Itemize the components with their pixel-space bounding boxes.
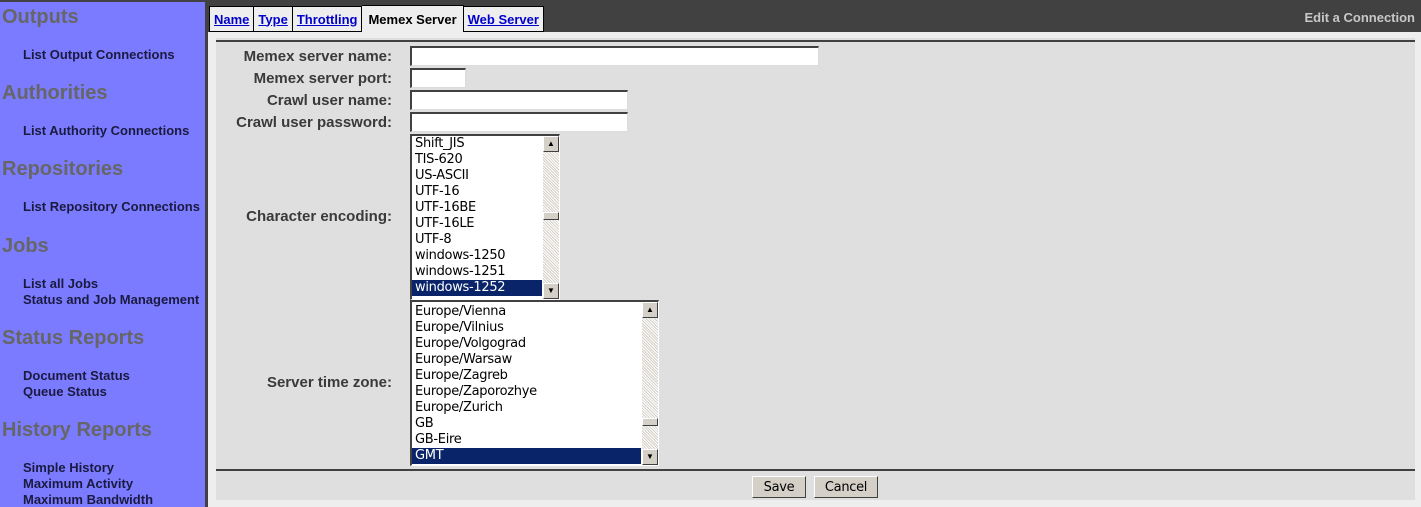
label-crawl-user: Crawl user name:: [266, 92, 392, 109]
encoding-option[interactable]: UTF-8: [412, 232, 542, 248]
tab-web-server[interactable]: Web Server: [463, 6, 544, 32]
crawl-user-name-input[interactable]: [410, 90, 628, 110]
timezone-option[interactable]: Europe/Vilnius: [412, 320, 641, 336]
link-simple-history[interactable]: Simple History: [23, 460, 114, 475]
cancel-button[interactable]: Cancel: [814, 476, 878, 498]
label-character-encoding: Character encoding:: [246, 208, 392, 225]
scroll-down-arrow-icon[interactable]: ▼: [543, 283, 559, 299]
tab-memex-server-label: Memex Server: [368, 12, 457, 27]
section-title-jobs: Jobs: [2, 235, 49, 257]
scroll-up-arrow-icon[interactable]: ▲: [642, 302, 658, 318]
bottom-divider: [216, 469, 1415, 471]
top-divider: [216, 40, 1415, 42]
label-server-time-zone: Server time zone:: [266, 374, 392, 391]
tab-bar: Name Type Throttling Memex Server Web Se…: [209, 5, 544, 33]
memex-server-port-input[interactable]: [410, 68, 466, 88]
link-list-output-connections[interactable]: List Output Connections: [23, 47, 175, 62]
link-maximum-activity[interactable]: Maximum Activity: [23, 476, 133, 491]
link-status-job-management[interactable]: Status and Job Management: [23, 292, 199, 307]
timezone-option[interactable]: Europe/Zaporozhye: [412, 384, 641, 400]
link-list-all-jobs[interactable]: List all Jobs: [23, 276, 98, 291]
tab-name[interactable]: Name: [209, 6, 255, 32]
tab-name-link[interactable]: Name: [214, 12, 249, 27]
scrollbar-thumb[interactable]: [543, 212, 559, 220]
server-time-zone-scrollbar[interactable]: ▲ ▼: [642, 302, 658, 465]
tab-throttling-link[interactable]: Throttling: [297, 12, 358, 27]
section-title-outputs: Outputs: [2, 6, 79, 28]
memex-server-name-input[interactable]: [410, 46, 819, 66]
label-server-name: Memex server name:: [243, 48, 392, 65]
section-title-history-reports: History Reports: [2, 419, 153, 441]
character-encoding-listbox[interactable]: Shift_JIS TIS-620 US-ASCII UTF-16 UTF-16BE UT…: [410, 134, 560, 300]
section-title-status-reports: Status Reports: [2, 327, 145, 349]
encoding-option[interactable]: Shift_JIS: [412, 136, 542, 152]
tab-web-server-link[interactable]: Web Server: [468, 12, 539, 27]
link-document-status[interactable]: Document Status: [23, 368, 130, 383]
encoding-option[interactable]: UTF-16BE: [412, 200, 542, 216]
timezone-option[interactable]: GB: [412, 416, 641, 432]
scrollbar-thumb[interactable]: [642, 418, 658, 426]
encoding-option[interactable]: TIS-620: [412, 152, 542, 168]
encoding-option[interactable]: windows-1250: [412, 248, 542, 264]
timezone-option[interactable]: Europe/Zagreb: [412, 368, 641, 384]
content-area: Memex server name: Memex server port: Cr…: [208, 32, 1421, 507]
server-time-zone-options: Europe/Vienna Europe/Vilnius Europe/Volgog…: [412, 304, 641, 465]
timezone-option[interactable]: Europe/Volgograd: [412, 336, 641, 352]
form-panel: Memex server name: Memex server port: Cr…: [216, 38, 1415, 500]
timezone-option[interactable]: GMT: [412, 448, 641, 464]
link-list-repository-connections[interactable]: List Repository Connections: [23, 199, 200, 214]
link-maximum-bandwidth[interactable]: Maximum Bandwidth: [23, 492, 153, 507]
scroll-up-arrow-icon[interactable]: ▲: [543, 136, 559, 152]
character-encoding-options: Shift_JIS TIS-620 US-ASCII UTF-16 UTF-16BE UT…: [412, 136, 542, 299]
section-title-repositories: Repositories: [2, 158, 124, 180]
encoding-option[interactable]: windows-1251: [412, 264, 542, 280]
character-encoding-scrollbar[interactable]: ▲ ▼: [543, 136, 559, 299]
tab-throttling[interactable]: Throttling: [292, 6, 363, 32]
label-crawl-password: Crawl user password:: [236, 114, 392, 131]
timezone-option[interactable]: Europe/Zurich: [412, 400, 641, 416]
encoding-option[interactable]: UTF-16: [412, 184, 542, 200]
encoding-option[interactable]: UTF-16LE: [412, 216, 542, 232]
sidebar-nav: Outputs List Output Connections Authorit…: [0, 0, 205, 507]
label-server-port: Memex server port:: [253, 70, 392, 87]
encoding-option[interactable]: US-ASCII: [412, 168, 542, 184]
encoding-option[interactable]: windows-1252: [412, 280, 542, 296]
timezone-option[interactable]: Europe/Vienna: [412, 304, 641, 320]
tab-type[interactable]: Type: [254, 6, 293, 32]
server-time-zone-listbox[interactable]: Europe/Vienna Europe/Vilnius Europe/Volgog…: [410, 300, 659, 466]
tab-type-link[interactable]: Type: [258, 12, 287, 27]
crawl-user-password-input[interactable]: [410, 112, 628, 132]
page-title: Edit a Connection: [1304, 10, 1416, 25]
save-button[interactable]: Save: [752, 476, 806, 498]
section-title-authorities: Authorities: [2, 82, 108, 104]
link-list-authority-connections[interactable]: List Authority Connections: [23, 123, 189, 138]
timezone-option[interactable]: Europe/Warsaw: [412, 352, 641, 368]
scroll-down-arrow-icon[interactable]: ▼: [642, 449, 658, 465]
timezone-option[interactable]: GB-Eire: [412, 432, 641, 448]
link-queue-status[interactable]: Queue Status: [23, 384, 107, 399]
tab-memex-server[interactable]: Memex Server: [362, 5, 464, 33]
